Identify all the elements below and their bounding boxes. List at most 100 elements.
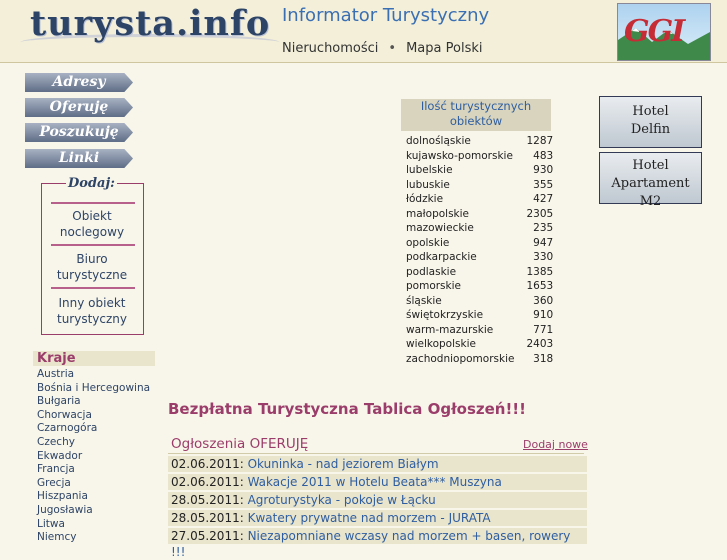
ad-title-link[interactable]: Okuninka - nad jeziorem Białym	[248, 457, 439, 471]
ad-row: 27.05.2011: Niezapomniane wczasy nad mor…	[168, 528, 587, 559]
board-section-title: Ogłoszenia OFERUJĘ	[171, 436, 309, 452]
stats-count: 318	[533, 352, 554, 365]
nav-mapa-polski-link[interactable]: Mapa Polski	[406, 41, 482, 56]
country-link[interactable]: Bułgaria	[37, 395, 150, 409]
hotel-delfin-banner[interactable]: Hotel Delfin	[599, 96, 702, 148]
divider	[51, 244, 135, 246]
stats-count: 930	[533, 164, 554, 177]
site-logo[interactable]: turysta.info	[30, 3, 270, 44]
stats-region[interactable]: świętokrzyskie	[404, 308, 516, 323]
add-new-link[interactable]: Dodaj nowe	[523, 438, 588, 451]
ad-date: 27.05.2011:	[171, 529, 244, 543]
divider	[168, 453, 584, 454]
stats-region[interactable]: opolskie	[404, 236, 516, 251]
stats-row: pomorskie 1653	[404, 279, 555, 294]
ad-row: 02.06.2011: Okuninka - nad jeziorem Biał…	[168, 456, 587, 472]
country-link[interactable]: Francja	[37, 463, 150, 477]
country-link[interactable]: Czechy	[37, 436, 150, 450]
nav-nieruchomosci-link[interactable]: Nieruchomości	[282, 41, 378, 56]
stats-heading: Ilość turystycznych obiektów	[401, 99, 551, 131]
country-link[interactable]: Austria	[37, 368, 150, 382]
ad-date: 28.05.2011:	[171, 511, 244, 525]
stats-region[interactable]: lubuskie	[404, 178, 516, 193]
stats-region[interactable]: podkarpackie	[404, 250, 516, 265]
stats-count: 360	[533, 294, 554, 307]
nav-separator: •	[388, 41, 397, 56]
ad-title-link[interactable]: Kwatery prywatne nad morzem - JURATA	[248, 511, 491, 525]
ad-row: 02.06.2011: Wakacje 2011 w Hotelu Beata*…	[168, 474, 587, 490]
stats-count: 771	[533, 323, 554, 336]
add-biuro-turystyczne-link[interactable]: Biuro turystyczne	[48, 251, 136, 283]
stats-row: śląskie 360	[404, 294, 555, 309]
stats-count: 483	[533, 149, 554, 162]
stats-row: podkarpackie 330	[404, 250, 555, 265]
stats-count: 330	[533, 251, 554, 264]
add-obiekt-noclegowy-link[interactable]: Obiekt noclegowy	[48, 208, 136, 240]
menu-linki-button[interactable]: Linki	[25, 149, 133, 168]
ad-date: 02.06.2011:	[171, 457, 244, 471]
stats-count: 355	[533, 178, 554, 191]
country-link[interactable]: Grecja	[37, 477, 150, 491]
ad-date: 02.06.2011:	[171, 475, 244, 489]
stats-row: opolskie 947	[404, 236, 555, 251]
country-link[interactable]: Chorwacja	[37, 409, 150, 423]
hotel-banner-line: Delfin	[630, 122, 671, 137]
country-link[interactable]: Litwa	[37, 518, 150, 532]
stats-region[interactable]: wielkopolskie	[404, 337, 516, 352]
hotel-apartament-m2-banner[interactable]: Hotel Apartament M2	[599, 152, 702, 209]
stats-count: 427	[533, 193, 554, 206]
stats-row: mazowieckie 235	[404, 221, 555, 236]
ad-date: 28.05.2011:	[171, 493, 244, 507]
stats-table: dolnośląskie 1287 kujawsko-pomorskie 483 lub…	[404, 134, 555, 366]
stats-region[interactable]: dolnośląskie	[404, 134, 516, 149]
stats-region[interactable]: mazowieckie	[404, 221, 516, 236]
stats-row: łódzkie 427	[404, 192, 555, 207]
stats-region[interactable]: podlaskie	[404, 265, 516, 280]
hotel-banner-line: Hotel	[632, 104, 669, 119]
menu-oferuje-button[interactable]: Oferuję	[25, 98, 133, 117]
stats-count: 947	[533, 236, 554, 249]
divider	[51, 202, 135, 204]
stats-row: kujawsko-pomorskie 483	[404, 149, 555, 164]
stats-region[interactable]: lubelskie	[404, 163, 516, 178]
divider	[51, 287, 135, 289]
menu-poszukuje-button[interactable]: Poszukuję	[25, 123, 133, 142]
menu-adresy-button[interactable]: Adresy	[25, 73, 133, 92]
stats-row: zachodniopomorskie 318	[404, 352, 555, 367]
stats-count: 2403	[526, 338, 554, 351]
add-inny-obiekt-link[interactable]: Inny obiekt turystyczny	[48, 295, 136, 327]
stats-count: 235	[533, 222, 554, 235]
country-link[interactable]: Niemcy	[37, 531, 150, 545]
stats-count: 1653	[526, 280, 554, 293]
board-title: Bezpłatna Turystyczna Tablica Ogłoszeń!!…	[168, 400, 526, 418]
site-title: Informator Turystyczny	[282, 5, 490, 26]
country-link[interactable]: Hiszpania	[37, 490, 150, 504]
stats-region[interactable]: pomorskie	[404, 279, 516, 294]
country-link[interactable]: Czarnogóra	[37, 422, 150, 436]
ad-row: 28.05.2011: Agroturystyka - pokoje w Łąc…	[168, 492, 587, 508]
stats-row: podlaskie 1385	[404, 265, 555, 280]
country-link[interactable]: Jugosławia	[37, 504, 150, 518]
countries-heading: Kraje	[33, 351, 155, 366]
stats-region[interactable]: warm-mazurskie	[404, 323, 516, 338]
stats-region[interactable]: zachodniopomorskie	[404, 352, 516, 367]
stats-row: świętokrzyskie 910	[404, 308, 555, 323]
stats-row: warm-mazurskie 771	[404, 323, 555, 338]
stats-row: lubelskie 930	[404, 163, 555, 178]
stats-region[interactable]: kujawsko-pomorskie	[404, 149, 516, 164]
stats-row: lubuskie 355	[404, 178, 555, 193]
hotel-banner-line: Apartament M2	[611, 176, 690, 209]
stats-row: dolnośląskie 1287	[404, 134, 555, 149]
stats-region[interactable]: małopolskie	[404, 207, 516, 222]
ggi-banner[interactable]: GGI	[617, 3, 711, 61]
country-link[interactable]: Ekwador	[37, 450, 150, 464]
ad-title-link[interactable]: Agroturystyka - pokoje w Łącku	[248, 493, 436, 507]
stats-region[interactable]: łódzkie	[404, 192, 516, 207]
countries-list: Austria Bośnia i Hercegowina Bułgaria Ch…	[37, 368, 150, 545]
top-nav: Nieruchomości • Mapa Polski	[282, 41, 482, 56]
stats-count: 910	[533, 309, 554, 322]
ad-title-link[interactable]: Wakacje 2011 w Hotelu Beata*** Muszyna	[248, 475, 502, 489]
stats-region[interactable]: śląskie	[404, 294, 516, 309]
stats-row: wielkopolskie 2403	[404, 337, 555, 352]
country-link[interactable]: Bośnia i Hercegowina	[37, 382, 150, 396]
